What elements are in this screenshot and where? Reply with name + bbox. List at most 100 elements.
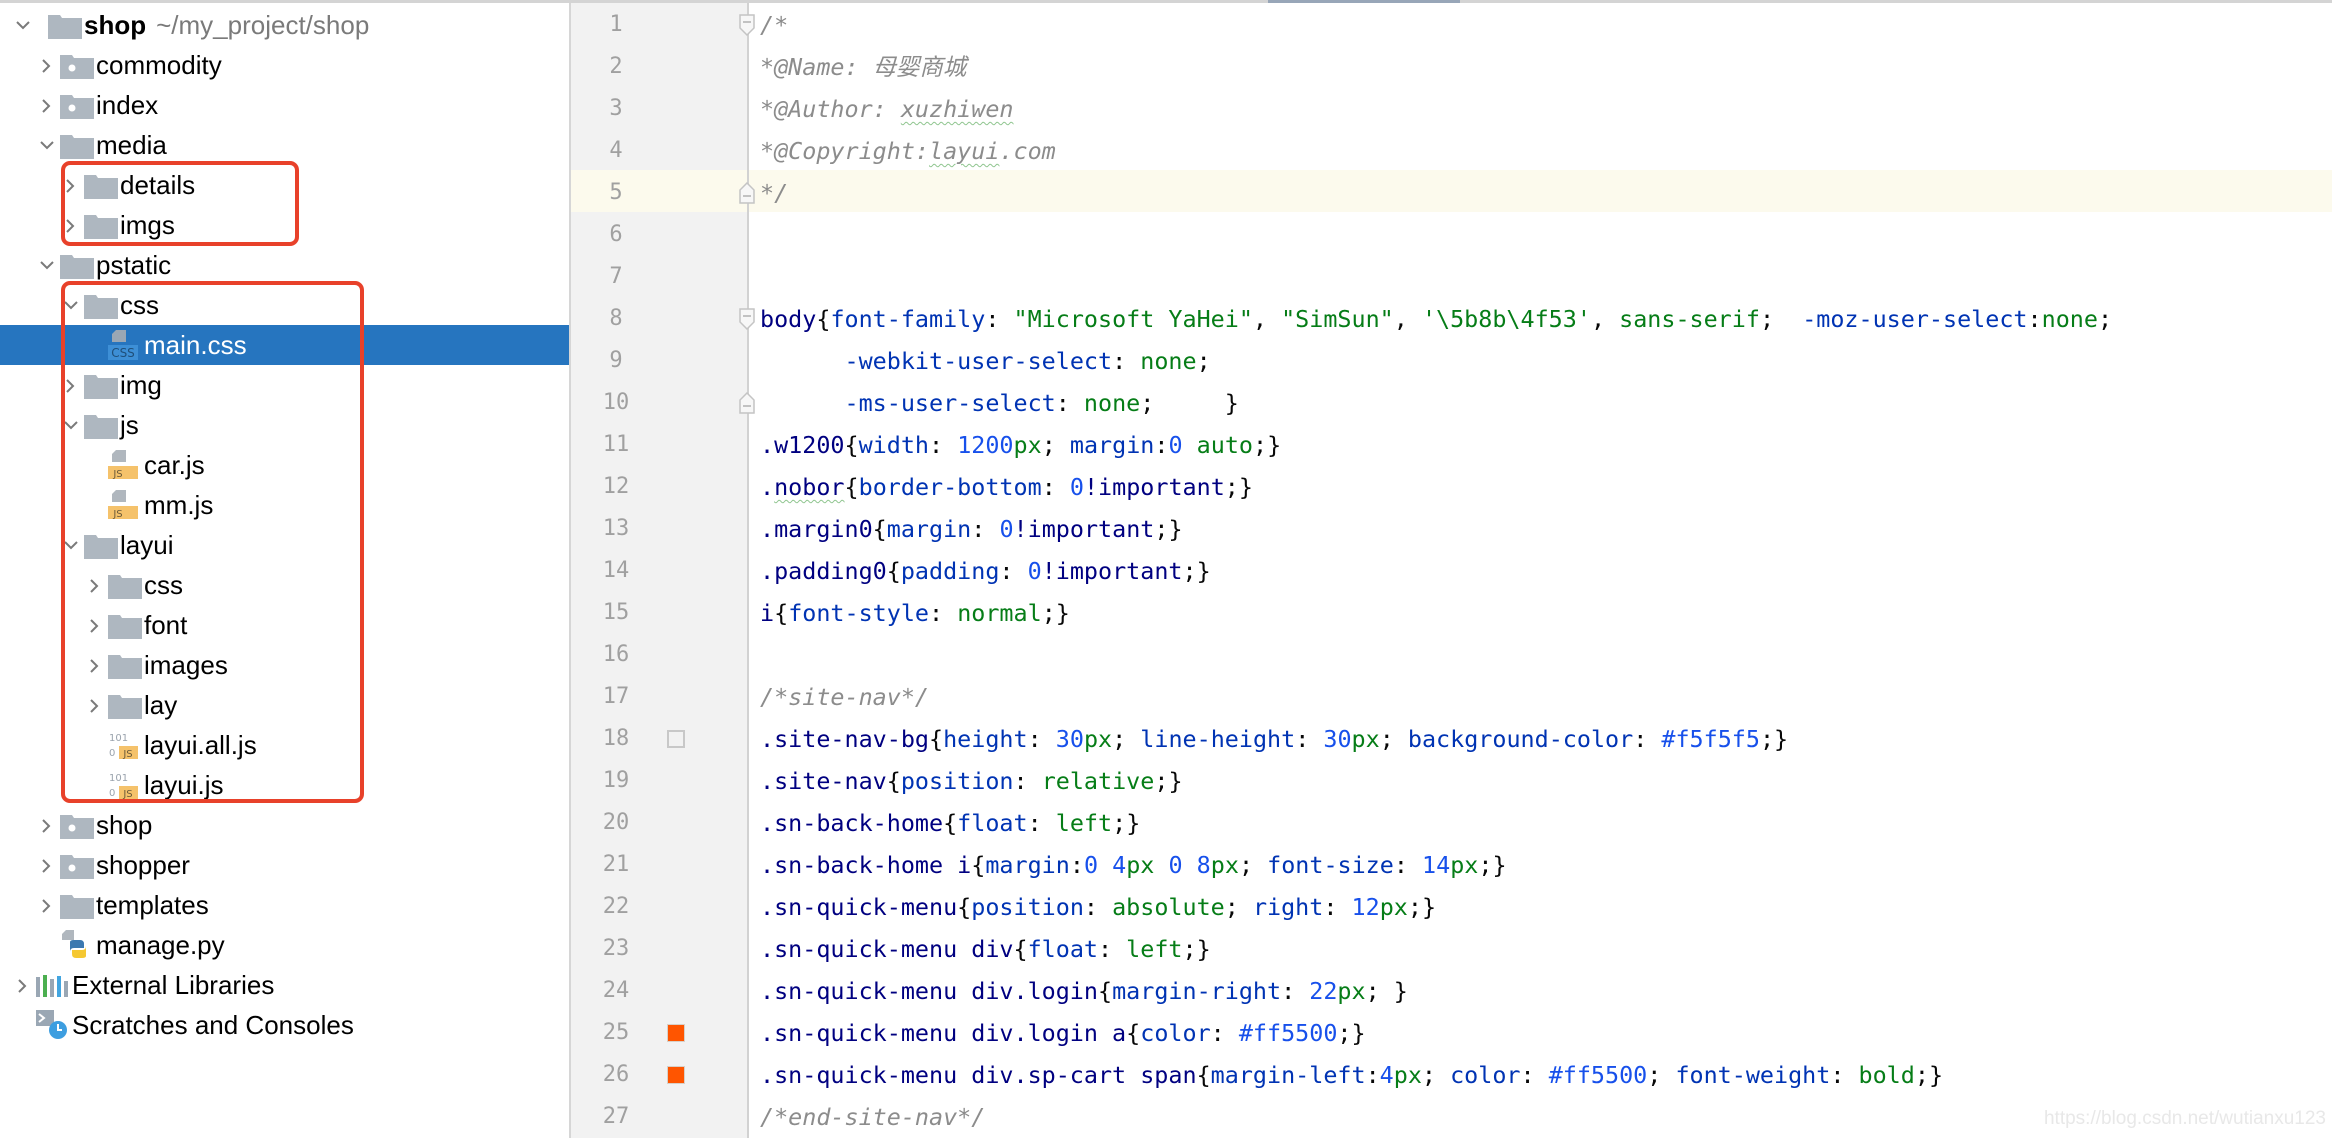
code-line[interactable]: .nobor{border-bottom: 0!important;}	[760, 466, 1253, 508]
chevron-down-icon[interactable]	[60, 405, 80, 445]
tree-item-layui-js[interactable]: 101 0 JS layui.js	[0, 765, 569, 805]
tree-item-commodity[interactable]: commodity	[0, 45, 569, 85]
tree-item-js[interactable]: js	[0, 405, 569, 445]
code-line[interactable]: /*	[760, 4, 788, 46]
chevron-right-icon[interactable]	[36, 845, 56, 885]
line-number[interactable]: 13	[571, 508, 661, 550]
tree-item-shop[interactable]: shop	[0, 805, 569, 845]
tree-item-css[interactable]: css	[0, 285, 569, 325]
code-line[interactable]: body{font-family: "Microsoft YaHei", "Si…	[760, 298, 2112, 340]
tree-item-font[interactable]: font	[0, 605, 569, 645]
line-number[interactable]: 21	[571, 844, 661, 886]
chevron-down-icon[interactable]	[36, 125, 56, 165]
tree-root-shop[interactable]: shop ~/my_project/shop	[0, 5, 569, 45]
chevron-right-icon[interactable]	[36, 805, 56, 845]
line-number[interactable]: 4	[571, 130, 661, 172]
code-line[interactable]: .sn-quick-menu div.login{margin-right: 2…	[760, 970, 1408, 1012]
line-number[interactable]: 9	[571, 340, 661, 382]
chevron-down-icon[interactable]	[60, 525, 80, 565]
code-line[interactable]: .sn-quick-menu div.sp-cart span{margin-l…	[760, 1054, 1943, 1096]
line-number[interactable]: 22	[571, 886, 661, 928]
line-number[interactable]: 17	[571, 676, 661, 718]
line-number[interactable]: 8	[571, 298, 661, 340]
tree-item-index[interactable]: index	[0, 85, 569, 125]
line-number[interactable]: 14	[571, 550, 661, 592]
chevron-right-icon[interactable]	[84, 605, 104, 645]
code-line[interactable]: .site-nav{position: relative;}	[760, 760, 1183, 802]
code-line[interactable]: -ms-user-select: none; }	[760, 382, 1239, 424]
tree-item-mm-js[interactable]: JS mm.js	[0, 485, 569, 525]
chevron-right-icon[interactable]	[60, 365, 80, 405]
code-line[interactable]: /*site-nav*/	[760, 676, 929, 718]
chevron-right-icon[interactable]	[84, 565, 104, 605]
code-line[interactable]: -webkit-user-select: none;	[760, 340, 1211, 382]
code-line[interactable]: .sn-quick-menu div{float: left;}	[760, 928, 1211, 970]
tree-item-images[interactable]: images	[0, 645, 569, 685]
code-line[interactable]: .w1200{width: 1200px; margin:0 auto;}	[760, 424, 1281, 466]
line-number[interactable]: 10	[571, 382, 661, 424]
tree-item-main-css[interactable]: CSS main.css	[0, 325, 569, 365]
line-number[interactable]: 23	[571, 928, 661, 970]
chevron-down-icon[interactable]	[12, 5, 32, 45]
line-number[interactable]: 11	[571, 424, 661, 466]
tree-item-css[interactable]: css	[0, 565, 569, 605]
chevron-right-icon[interactable]	[12, 965, 32, 1005]
code-line[interactable]: /*end-site-nav*/	[760, 1096, 985, 1138]
tree-item-pstatic[interactable]: pstatic	[0, 245, 569, 285]
chevron-right-icon[interactable]	[60, 205, 80, 245]
tree-item-manage-py[interactable]: manage.py	[0, 925, 569, 965]
line-number[interactable]: 19	[571, 760, 661, 802]
fold-collapse-icon[interactable]	[738, 308, 756, 331]
chevron-right-icon[interactable]	[84, 685, 104, 725]
color-swatch-icon[interactable]	[667, 1024, 685, 1042]
tree-item-scratches-and-consoles[interactable]: Scratches and Consoles	[0, 1005, 569, 1045]
code-line[interactable]: *@Name: 母婴商城	[760, 46, 966, 88]
line-number[interactable]: 25	[571, 1012, 661, 1054]
code-line[interactable]: .padding0{padding: 0!important;}	[760, 550, 1211, 592]
tree-item-layui[interactable]: layui	[0, 525, 569, 565]
line-number[interactable]: 1	[571, 4, 661, 46]
line-number[interactable]: 20	[571, 802, 661, 844]
chevron-right-icon[interactable]	[36, 45, 56, 85]
line-number[interactable]: 15	[571, 592, 661, 634]
tree-item-car-js[interactable]: JS car.js	[0, 445, 569, 485]
chevron-right-icon[interactable]	[36, 85, 56, 125]
code-line[interactable]: .margin0{margin: 0!important;}	[760, 508, 1183, 550]
chevron-down-icon[interactable]	[36, 245, 56, 285]
tree-item-layui-all-js[interactable]: 101 0 JS layui.all.js	[0, 725, 569, 765]
fold-end-icon[interactable]	[738, 391, 756, 414]
tree-item-imgs[interactable]: imgs	[0, 205, 569, 245]
line-number[interactable]: 3	[571, 88, 661, 130]
code-line[interactable]: *@Copyright:layui.com	[760, 130, 1056, 172]
line-number[interactable]: 27	[571, 1096, 661, 1138]
tree-item-shopper[interactable]: shopper	[0, 845, 569, 885]
code-line[interactable]: */	[760, 172, 788, 214]
color-swatch-icon[interactable]	[667, 1066, 685, 1084]
active-tab-indicator[interactable]	[1268, 0, 1460, 3]
line-number[interactable]: 6	[571, 214, 661, 256]
code-line[interactable]: .sn-back-home i{margin:0 4px 0 8px; font…	[760, 844, 1507, 886]
code-line[interactable]: .sn-quick-menu div.login a{color: #ff550…	[760, 1012, 1366, 1054]
code-line[interactable]: i{font-style: normal;}	[760, 592, 1070, 634]
line-number[interactable]: 18	[571, 718, 661, 760]
tree-item-img[interactable]: img	[0, 365, 569, 405]
chevron-down-icon[interactable]	[60, 285, 80, 325]
line-number[interactable]: 12	[571, 466, 661, 508]
code-line[interactable]: .site-nav-bg{height: 30px; line-height: …	[760, 718, 1788, 760]
tree-item-templates[interactable]: templates	[0, 885, 569, 925]
line-number[interactable]: 5	[571, 172, 661, 214]
code-line[interactable]: .sn-back-home{float: left;}	[760, 802, 1140, 844]
chevron-right-icon[interactable]	[36, 885, 56, 925]
tree-item-media[interactable]: media	[0, 125, 569, 165]
code-line[interactable]: *@Author: xuzhiwen	[760, 88, 1014, 130]
chevron-right-icon[interactable]	[84, 645, 104, 685]
chevron-right-icon[interactable]	[60, 165, 80, 205]
line-number[interactable]: 26	[571, 1054, 661, 1096]
fold-end-icon[interactable]	[738, 181, 756, 204]
line-number[interactable]: 2	[571, 46, 661, 88]
line-number[interactable]: 24	[571, 970, 661, 1012]
gutter-marker-icon[interactable]	[667, 730, 685, 748]
tree-item-details[interactable]: details	[0, 165, 569, 205]
code-line[interactable]: .sn-quick-menu{position: absolute; right…	[760, 886, 1436, 928]
tree-item-external-libraries[interactable]: External Libraries	[0, 965, 569, 1005]
